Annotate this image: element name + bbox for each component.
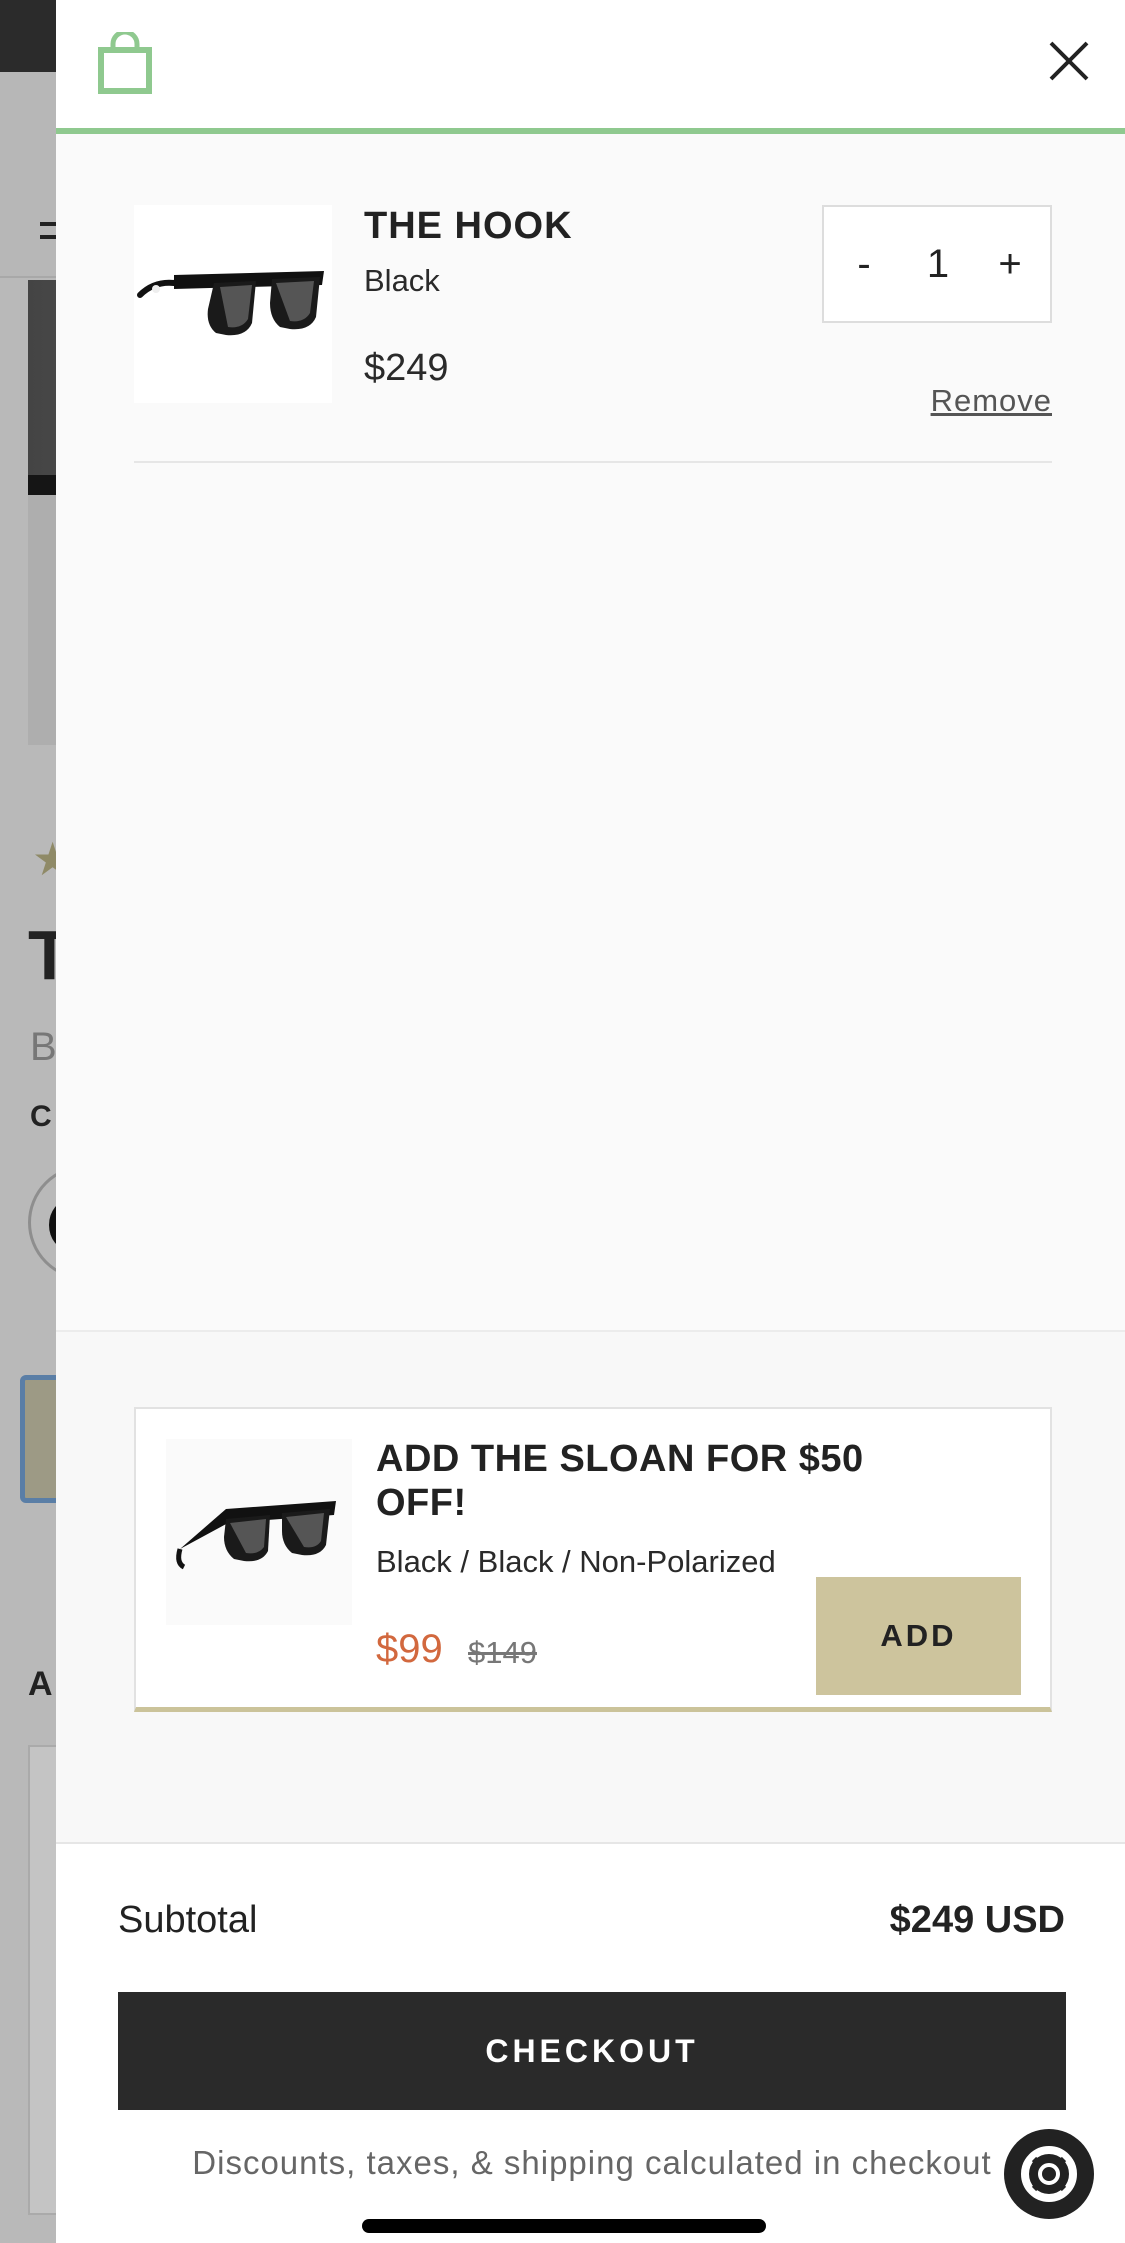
cart-item-name[interactable]: THE HOOK — [364, 205, 573, 248]
upsell-card: ADD THE SLOAN FOR $50 OFF! Black / Black… — [134, 1407, 1052, 1712]
background-section2-label: A — [28, 1665, 53, 1703]
cart-item-variant: Black — [364, 263, 440, 298]
upsell-variant: Black / Black / Non-Polarized — [376, 1544, 776, 1579]
decrease-quantity-button[interactable]: - — [832, 207, 896, 321]
cart-item-price: $249 — [364, 347, 449, 389]
subtotal-label: Subtotal — [118, 1899, 258, 1941]
upsell-compare-price: $149 — [468, 1635, 537, 1670]
upsell-sale-price: $99 — [376, 1627, 443, 1671]
background-product-subtitle: B — [30, 1025, 57, 1069]
checkout-button[interactable]: CHECKOUT — [118, 1992, 1066, 2110]
sunglasses-icon — [176, 1501, 336, 1570]
upsell-title: ADD THE SLOAN FOR $50 OFF! — [376, 1438, 864, 1524]
quantity-stepper: - 1 + — [822, 205, 1052, 323]
quantity-value[interactable]: 1 — [906, 207, 970, 321]
sunglasses-icon — [137, 271, 324, 336]
increase-quantity-button[interactable]: + — [978, 207, 1042, 321]
remove-item-link[interactable]: Remove — [931, 383, 1052, 419]
upsell-product-image[interactable] — [166, 1439, 352, 1625]
upsell-section: ADD THE SLOAN FOR $50 OFF! Black / Black… — [56, 1330, 1125, 1842]
cart-footer: Subtotal $249 USD CHECKOUT Discounts, ta… — [56, 1842, 1125, 2243]
subtotal-value: $249 USD — [889, 1899, 1065, 1941]
upsell-add-button[interactable]: ADD — [816, 1577, 1021, 1695]
checkout-note: Discounts, taxes, & shipping calculated … — [192, 2144, 992, 2181]
close-icon[interactable] — [1046, 38, 1092, 84]
cart-line-item: THE HOOK Black $249 - 1 + Remove — [134, 205, 1052, 463]
help-lifebuoy-icon[interactable] — [1004, 2129, 1094, 2219]
background-section-label: C — [30, 1100, 52, 1133]
cart-drawer: THE HOOK Black $249 - 1 + Remove ADD THE — [56, 0, 1125, 2243]
product-image[interactable] — [134, 205, 332, 403]
shopping-bag-icon — [98, 32, 152, 94]
home-indicator — [362, 2219, 766, 2233]
cart-drawer-header — [56, 0, 1125, 134]
